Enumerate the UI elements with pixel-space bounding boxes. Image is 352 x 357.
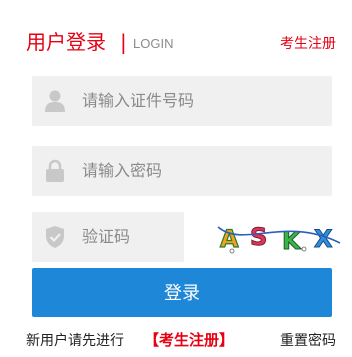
login-header: 用户登录 | LOGIN 考生注册: [0, 0, 352, 80]
register-link-bottom[interactable]: 【考生注册】: [144, 329, 234, 351]
login-button[interactable]: 登录: [32, 268, 332, 317]
login-footer: 新用户请先进行 【考生注册】 重置密码: [0, 326, 352, 354]
password-field[interactable]: 请输入密码: [32, 146, 332, 196]
id-number-field[interactable]: 请输入证件号码: [32, 76, 332, 126]
svg-text:S: S: [250, 223, 267, 251]
captcha-input[interactable]: [32, 212, 184, 262]
svg-text:A: A: [220, 225, 239, 253]
title-separator: |: [120, 30, 127, 54]
id-number-input[interactable]: [32, 76, 332, 126]
password-input[interactable]: [32, 146, 332, 196]
register-link-top[interactable]: 考生注册: [280, 35, 336, 53]
new-user-prompt: 新用户请先进行: [26, 333, 124, 349]
page-subtitle: LOGIN: [133, 36, 174, 51]
page-title: 用户登录: [26, 30, 106, 54]
captcha-image[interactable]: A S K X: [214, 213, 346, 263]
captcha-field[interactable]: 验证码: [32, 212, 184, 262]
reset-password-link[interactable]: 重置密码: [280, 331, 336, 351]
